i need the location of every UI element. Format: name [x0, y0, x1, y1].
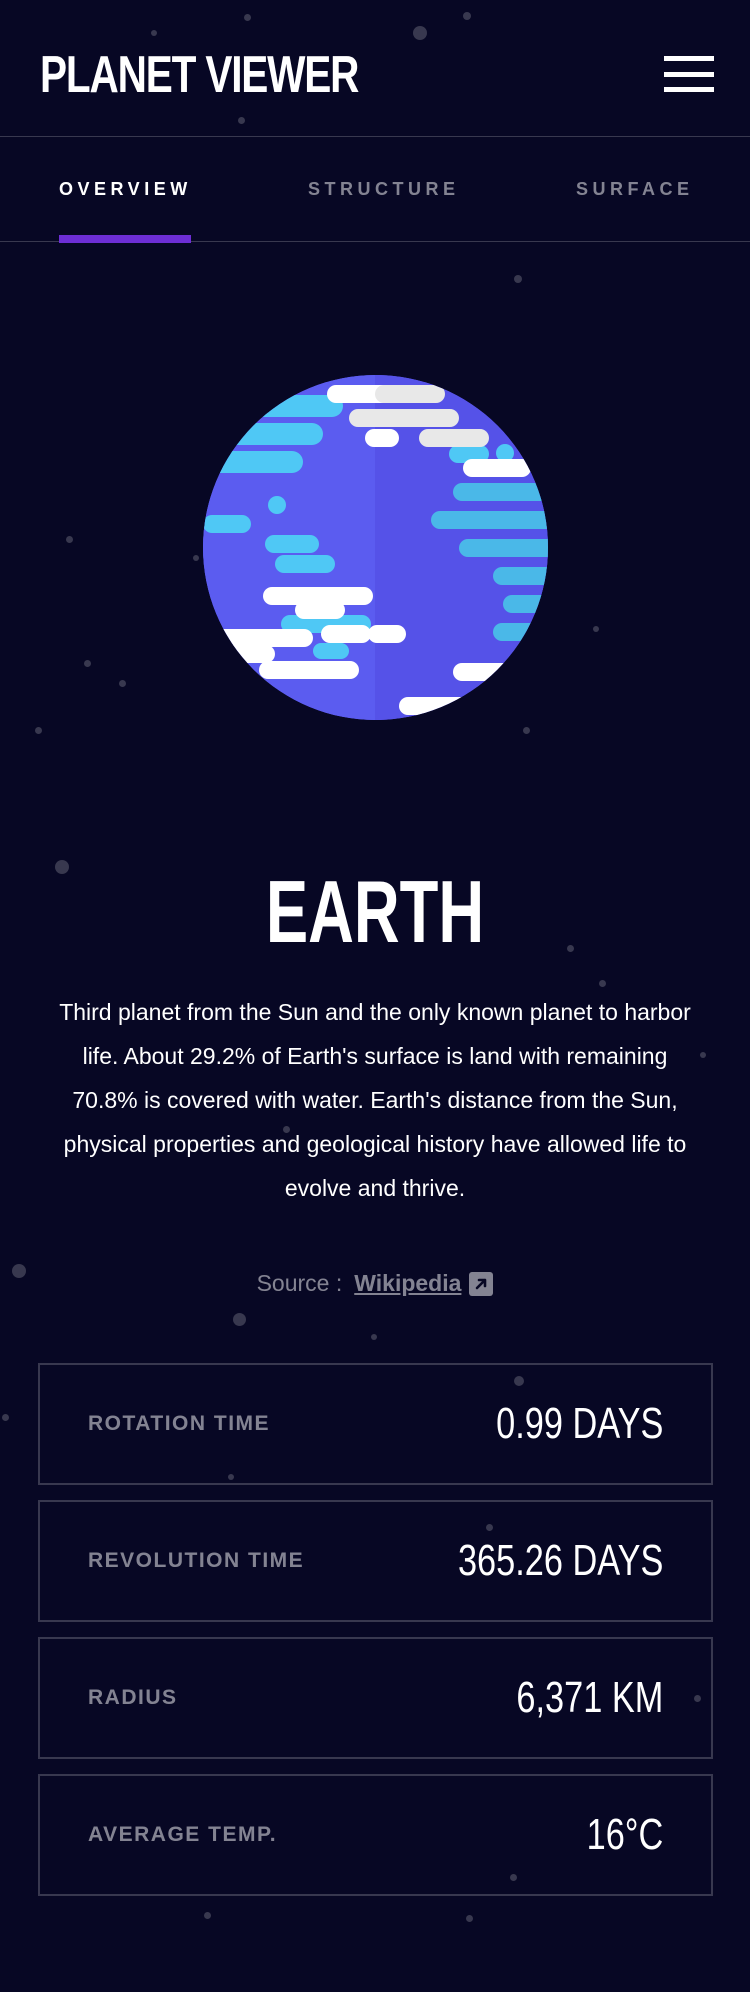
- source-attribution: Source : Wikipedia: [0, 1270, 750, 1297]
- stat-value: 16°C: [586, 1810, 663, 1859]
- tab-overview[interactable]: OVERVIEW: [59, 137, 192, 243]
- stat-card-radius: RADIUS 6,371 KM: [38, 1637, 713, 1759]
- stat-card-average-temp: AVERAGE TEMP. 16°C: [38, 1774, 713, 1896]
- tab-structure[interactable]: STRUCTURE: [308, 137, 458, 242]
- wikipedia-source-link[interactable]: Wikipedia: [354, 1270, 461, 1297]
- stat-value: 6,371 KM: [516, 1673, 663, 1722]
- stat-value: 365.26 DAYS: [457, 1536, 663, 1585]
- source-label: Source :: [256, 1270, 343, 1296]
- stat-label: RADIUS: [88, 1686, 178, 1709]
- stat-label: ROTATION TIME: [88, 1412, 271, 1435]
- stat-label: AVERAGE TEMP.: [88, 1823, 278, 1846]
- tab-surface[interactable]: SURFACE: [576, 137, 696, 242]
- stat-label: REVOLUTION TIME: [88, 1549, 305, 1572]
- app-logo-title[interactable]: PLANET VIEWER: [40, 38, 359, 112]
- app-header: PLANET VIEWER: [0, 0, 750, 137]
- tab-structure-label: STRUCTURE: [308, 179, 460, 199]
- stat-card-rotation-time: ROTATION TIME 0.99 DAYS: [38, 1363, 713, 1485]
- external-link-icon[interactable]: [469, 1271, 494, 1296]
- planet-info-tabs: OVERVIEW STRUCTURE SURFACE: [0, 137, 750, 243]
- tab-surface-label: SURFACE: [576, 179, 694, 199]
- earth-planet-icon: [203, 375, 548, 720]
- stat-value: 0.99 DAYS: [495, 1399, 663, 1448]
- tab-overview-label: OVERVIEW: [59, 179, 192, 199]
- hamburger-menu-icon[interactable]: [664, 56, 714, 92]
- planet-name-heading: EARTH: [265, 862, 485, 961]
- stat-card-revolution-time: REVOLUTION TIME 365.26 DAYS: [38, 1500, 713, 1622]
- planet-description: Third planet from the Sun and the only k…: [59, 999, 691, 1201]
